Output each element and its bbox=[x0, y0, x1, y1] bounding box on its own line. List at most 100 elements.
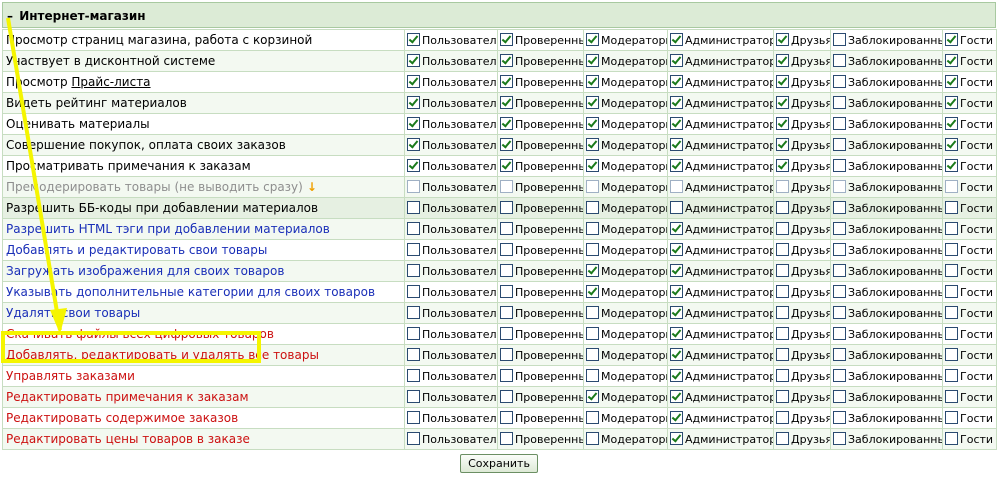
permission-checkbox[interactable] bbox=[500, 432, 513, 445]
permission-checkbox[interactable] bbox=[586, 411, 599, 424]
group-label[interactable]: Администраторы bbox=[685, 349, 773, 362]
group-label[interactable]: Гости bbox=[960, 307, 993, 320]
permission-checkbox[interactable] bbox=[945, 75, 958, 88]
permission-checkbox[interactable] bbox=[586, 180, 599, 193]
group-label[interactable]: Гости bbox=[960, 97, 993, 110]
permission-checkbox[interactable] bbox=[776, 96, 789, 109]
permission-checkbox[interactable] bbox=[945, 117, 958, 130]
group-label[interactable]: Проверенные bbox=[515, 76, 583, 89]
permission-checkbox[interactable] bbox=[776, 222, 789, 235]
group-label[interactable]: Администраторы bbox=[685, 391, 773, 404]
permission-checkbox[interactable] bbox=[670, 411, 683, 424]
group-label[interactable]: Модераторы bbox=[601, 223, 667, 236]
group-label[interactable]: Администраторы bbox=[685, 97, 773, 110]
permission-checkbox[interactable] bbox=[586, 264, 599, 277]
permission-checkbox[interactable] bbox=[586, 159, 599, 172]
permission-checkbox[interactable] bbox=[586, 138, 599, 151]
permission-checkbox[interactable] bbox=[945, 411, 958, 424]
permission-checkbox[interactable] bbox=[833, 369, 846, 382]
permission-checkbox[interactable] bbox=[945, 54, 958, 67]
group-label[interactable]: Администраторы bbox=[685, 265, 773, 278]
group-label[interactable]: Гости bbox=[960, 391, 993, 404]
permission-checkbox[interactable] bbox=[670, 33, 683, 46]
group-label[interactable]: Гости bbox=[960, 160, 993, 173]
permission-checkbox[interactable] bbox=[586, 117, 599, 130]
group-label[interactable]: Друзья bbox=[791, 412, 830, 425]
permission-checkbox[interactable] bbox=[500, 369, 513, 382]
group-label[interactable]: Пользователи bbox=[422, 412, 497, 425]
group-label[interactable]: Модераторы bbox=[601, 139, 667, 152]
group-label[interactable]: Проверенные bbox=[515, 307, 583, 320]
group-label[interactable]: Пользователи bbox=[422, 370, 497, 383]
section-header[interactable]: – Интернет-магазин bbox=[2, 2, 996, 28]
permission-checkbox[interactable] bbox=[945, 180, 958, 193]
permission-checkbox[interactable] bbox=[500, 138, 513, 151]
group-label[interactable]: Пользователи bbox=[422, 118, 497, 131]
group-label[interactable]: Модераторы bbox=[601, 160, 667, 173]
group-label[interactable]: Заблокированные bbox=[848, 97, 942, 110]
group-label[interactable]: Администраторы bbox=[685, 328, 773, 341]
group-label[interactable]: Администраторы bbox=[685, 76, 773, 89]
group-label[interactable]: Проверенные bbox=[515, 181, 583, 194]
permission-checkbox[interactable] bbox=[407, 180, 420, 193]
permission-checkbox[interactable] bbox=[776, 138, 789, 151]
permission-checkbox[interactable] bbox=[407, 411, 420, 424]
permission-checkbox[interactable] bbox=[945, 369, 958, 382]
group-label[interactable]: Проверенные bbox=[515, 160, 583, 173]
group-label[interactable]: Друзья bbox=[791, 55, 830, 68]
group-label[interactable]: Пользователи bbox=[422, 160, 497, 173]
group-label[interactable]: Проверенные bbox=[515, 202, 583, 215]
permission-checkbox[interactable] bbox=[670, 327, 683, 340]
group-label[interactable]: Проверенные bbox=[515, 34, 583, 47]
group-label[interactable]: Проверенные bbox=[515, 97, 583, 110]
group-label[interactable]: Администраторы bbox=[685, 286, 773, 299]
permission-checkbox[interactable] bbox=[586, 33, 599, 46]
permission-checkbox[interactable] bbox=[833, 327, 846, 340]
group-label[interactable]: Заблокированные bbox=[848, 286, 942, 299]
group-label[interactable]: Заблокированные bbox=[848, 160, 942, 173]
group-label[interactable]: Заблокированные bbox=[848, 34, 942, 47]
group-label[interactable]: Друзья bbox=[791, 370, 830, 383]
permission-checkbox[interactable] bbox=[670, 222, 683, 235]
permission-checkbox[interactable] bbox=[407, 201, 420, 214]
permission-checkbox[interactable] bbox=[945, 201, 958, 214]
permission-checkbox[interactable] bbox=[407, 348, 420, 361]
group-label[interactable]: Пользователи bbox=[422, 55, 497, 68]
group-label[interactable]: Администраторы bbox=[685, 34, 773, 47]
permission-checkbox[interactable] bbox=[670, 369, 683, 382]
permission-checkbox[interactable] bbox=[500, 264, 513, 277]
group-label[interactable]: Администраторы bbox=[685, 118, 773, 131]
permission-checkbox[interactable] bbox=[945, 243, 958, 256]
permission-checkbox[interactable] bbox=[500, 285, 513, 298]
permission-checkbox[interactable] bbox=[833, 411, 846, 424]
permission-checkbox[interactable] bbox=[586, 369, 599, 382]
permission-checkbox[interactable] bbox=[833, 159, 846, 172]
group-label[interactable]: Друзья bbox=[791, 391, 830, 404]
permission-checkbox[interactable] bbox=[670, 117, 683, 130]
permission-checkbox[interactable] bbox=[833, 138, 846, 151]
group-label[interactable]: Друзья bbox=[791, 34, 830, 47]
permission-checkbox[interactable] bbox=[833, 243, 846, 256]
permission-checkbox[interactable] bbox=[407, 264, 420, 277]
permission-checkbox[interactable] bbox=[500, 222, 513, 235]
group-label[interactable]: Проверенные bbox=[515, 391, 583, 404]
group-label[interactable]: Проверенные bbox=[515, 55, 583, 68]
group-label[interactable]: Заблокированные bbox=[848, 391, 942, 404]
group-label[interactable]: Заблокированные bbox=[848, 349, 942, 362]
group-label[interactable]: Заблокированные bbox=[848, 433, 942, 446]
group-label[interactable]: Проверенные bbox=[515, 139, 583, 152]
group-label[interactable]: Модераторы bbox=[601, 433, 667, 446]
group-label[interactable]: Администраторы bbox=[685, 223, 773, 236]
group-label[interactable]: Проверенные bbox=[515, 223, 583, 236]
permission-checkbox[interactable] bbox=[776, 75, 789, 88]
permission-checkbox[interactable] bbox=[586, 243, 599, 256]
permission-checkbox[interactable] bbox=[833, 75, 846, 88]
group-label[interactable]: Гости bbox=[960, 265, 993, 278]
permission-checkbox[interactable] bbox=[833, 222, 846, 235]
permission-checkbox[interactable] bbox=[670, 201, 683, 214]
permission-checkbox[interactable] bbox=[586, 432, 599, 445]
permission-checkbox[interactable] bbox=[833, 33, 846, 46]
group-label[interactable]: Гости bbox=[960, 139, 993, 152]
sort-down-icon[interactable]: ↓ bbox=[307, 180, 317, 194]
permission-checkbox[interactable] bbox=[407, 390, 420, 403]
